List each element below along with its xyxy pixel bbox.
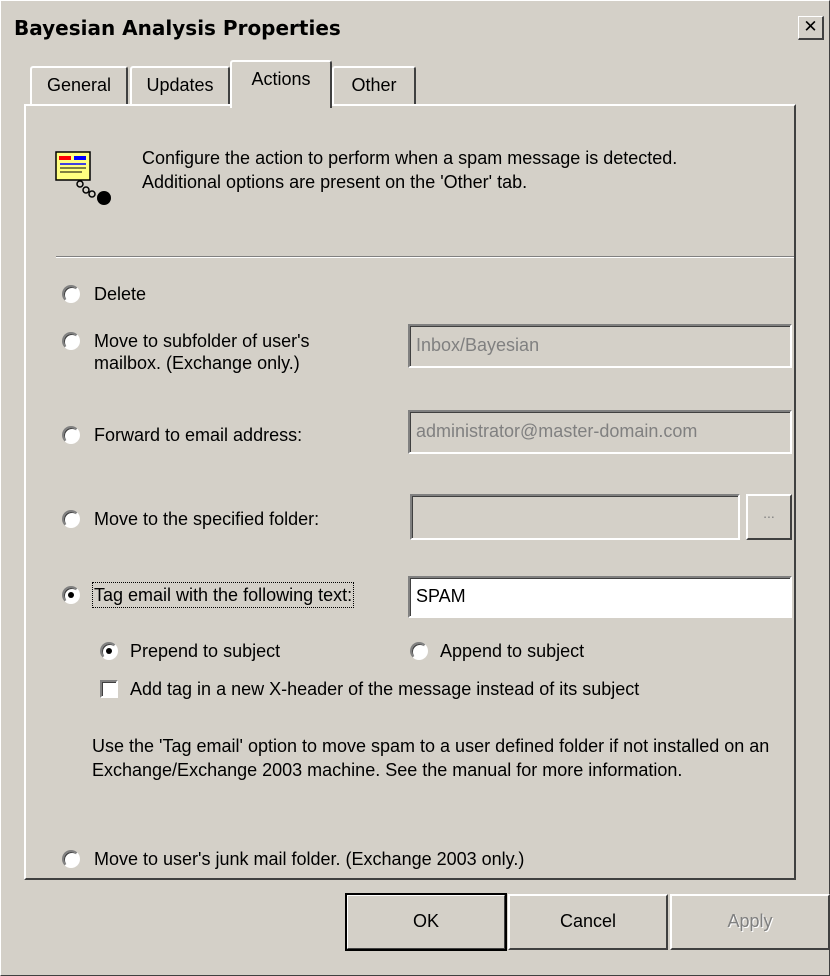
radio-selected-dot xyxy=(106,648,112,654)
info-line-1: Configure the action to perform when a s… xyxy=(142,148,678,168)
folder-path-input[interactable] xyxy=(410,494,740,540)
junk-label[interactable]: Move to user's junk mail folder. (Exchan… xyxy=(94,848,524,870)
separator-line xyxy=(56,256,794,258)
browse-button[interactable]: ... xyxy=(746,494,792,540)
radio-prepend[interactable] xyxy=(100,642,118,660)
append-label[interactable]: Append to subject xyxy=(440,640,584,662)
cancel-button[interactable]: Cancel xyxy=(508,894,668,950)
window-title: Bayesian Analysis Properties xyxy=(14,16,341,40)
ok-button[interactable]: OK xyxy=(345,893,507,951)
move-subfolder-label-line1: Move to subfolder of user's xyxy=(94,331,310,351)
radio-tag[interactable] xyxy=(62,586,80,604)
apply-button[interactable]: Apply xyxy=(670,894,830,950)
delete-label[interactable]: Delete xyxy=(94,283,146,305)
close-icon[interactable]: ✕ xyxy=(798,16,824,40)
radio-forward[interactable] xyxy=(62,426,80,444)
message-chain-icon xyxy=(55,151,111,205)
radio-junk[interactable] xyxy=(62,850,80,868)
tag-help-text: Use the 'Tag email' option to move spam … xyxy=(92,736,770,780)
move-folder-label[interactable]: Move to the specified folder: xyxy=(94,508,319,530)
forward-label[interactable]: Forward to email address: xyxy=(94,424,302,446)
subfolder-input[interactable]: Inbox/Bayesian xyxy=(408,324,792,368)
tab-updates[interactable]: Updates xyxy=(130,66,230,104)
xheader-checkbox[interactable] xyxy=(100,680,118,698)
tag-text-input[interactable]: SPAM xyxy=(408,576,792,618)
xheader-label[interactable]: Add tag in a new X-header of the message… xyxy=(130,678,639,700)
radio-append[interactable] xyxy=(410,642,428,660)
tag-label[interactable]: Tag email with the following text: xyxy=(91,582,355,608)
radio-delete[interactable] xyxy=(62,285,80,303)
radio-move-folder[interactable] xyxy=(62,510,80,528)
info-line-2: Additional options are present on the 'O… xyxy=(142,172,528,192)
radio-move-subfolder[interactable] xyxy=(62,332,80,350)
tab-other[interactable]: Other xyxy=(332,66,416,104)
tab-actions[interactable]: Actions xyxy=(230,60,332,108)
move-subfolder-label-line2: mailbox. (Exchange only.) xyxy=(94,353,300,373)
tab-general[interactable]: General xyxy=(30,66,128,104)
info-description: Configure the action to perform when a s… xyxy=(142,146,782,194)
move-subfolder-label[interactable]: Move to subfolder of user's mailbox. (Ex… xyxy=(94,330,394,374)
prepend-label[interactable]: Prepend to subject xyxy=(130,640,280,662)
radio-selected-dot xyxy=(68,592,74,598)
forward-email-input[interactable]: administrator@master-domain.com xyxy=(408,410,792,454)
